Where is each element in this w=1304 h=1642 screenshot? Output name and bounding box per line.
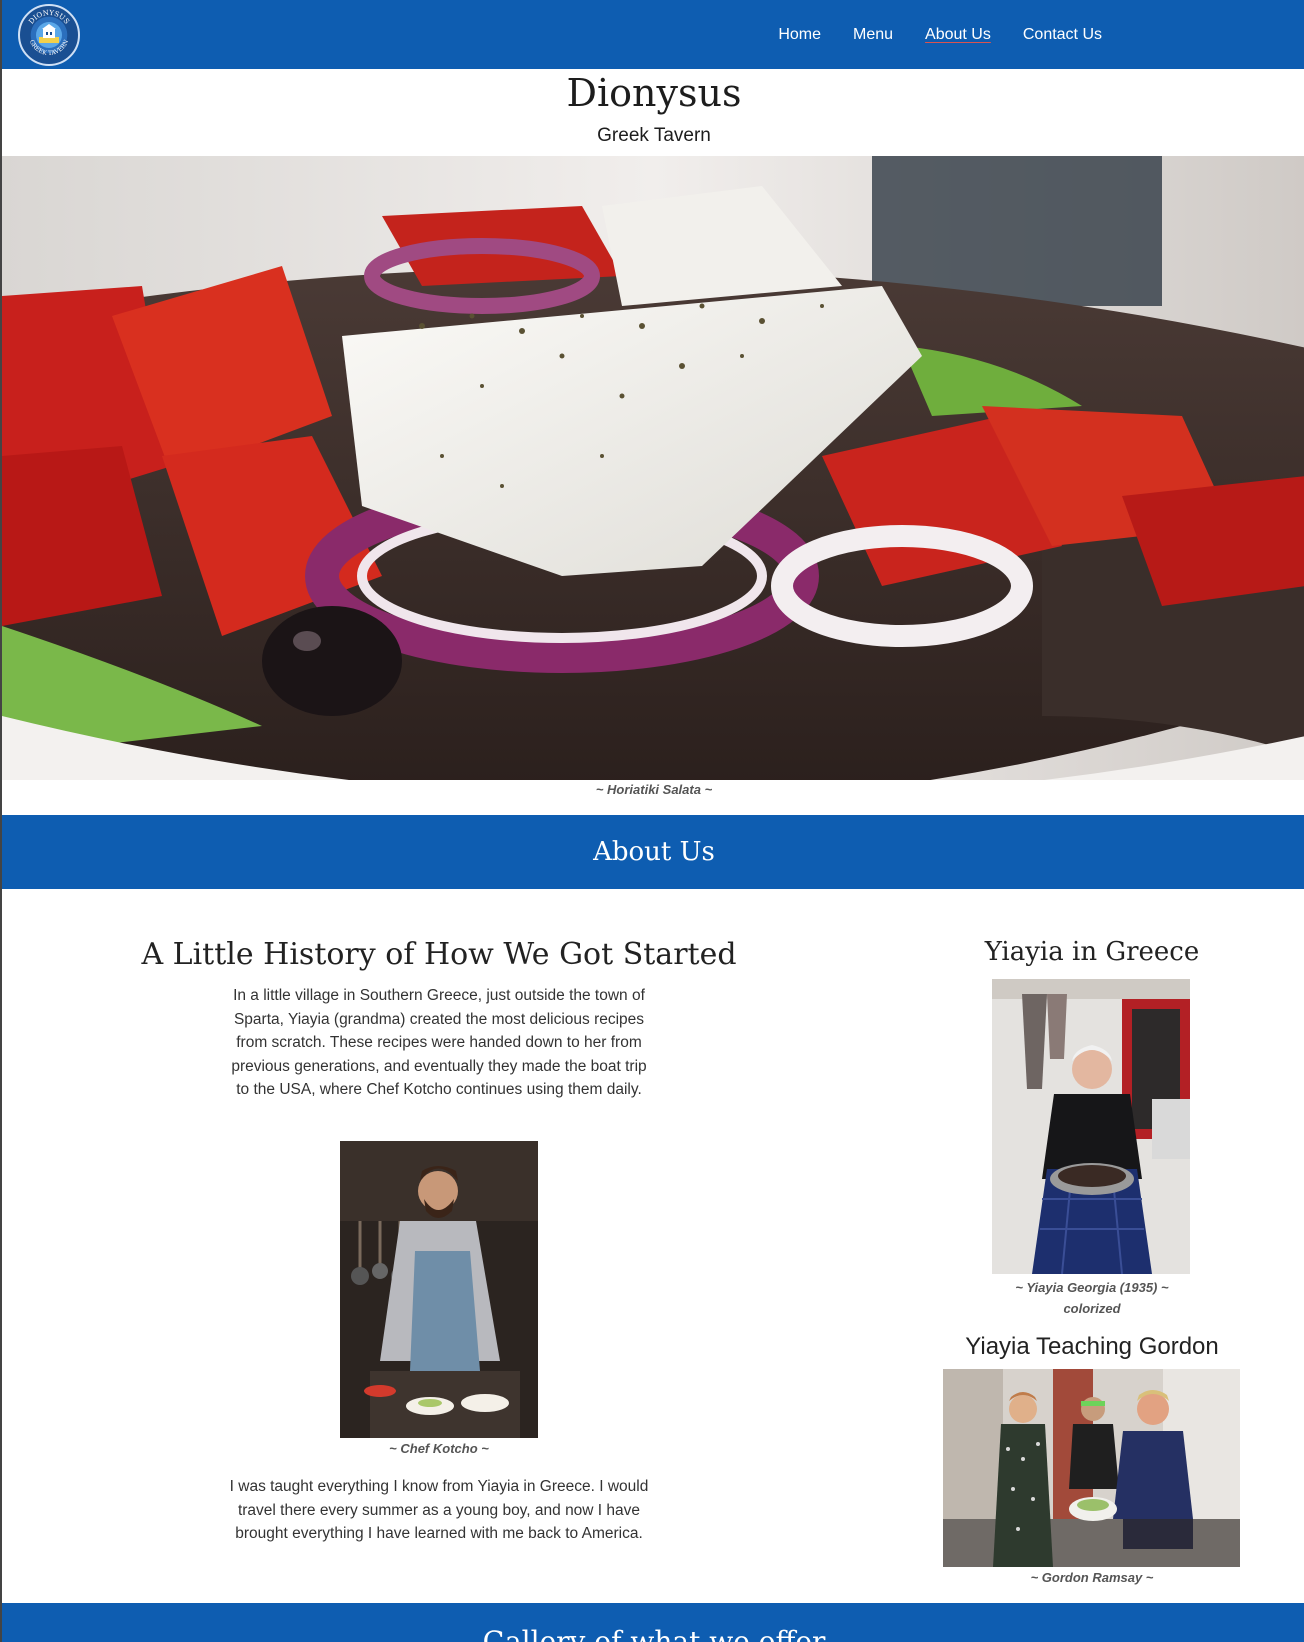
page: DIONYSUS GREEK TAVERN Home Menu About Us… [0,0,1304,1642]
history-heading: A Little History of How We Got Started [141,937,737,972]
site-subtitle: Greek Tavern [597,125,711,146]
yiayia-image [992,979,1190,1274]
navbar: DIONYSUS GREEK TAVERN Home Menu About Us… [2,0,1304,69]
about-us-bar: About Us [2,815,1304,889]
history-paragraph: In a little village in Southern Greece, … [231,987,647,1099]
yiayia-georgia-photo [992,979,1190,1274]
nav-home[interactable]: Home [778,24,821,46]
teaching-caption: ~ Gordon Ramsay ~ [1030,1570,1154,1585]
gallery-bar: Gallery of what we offer [2,1603,1304,1642]
teaching-heading: Yiayia Teaching Gordon [965,1333,1219,1360]
yiayia-caption: ~ Yiayia Georgia (1935) ~ colorized [942,1277,1242,1319]
chef-caption: ~ Chef Kotcho ~ [389,1441,489,1456]
logo-emblem-icon: DIONYSUS GREEK TAVERN [27,9,71,57]
yiayia-teaching-gordon-photo [943,1369,1240,1567]
gallery-heading: Gallery of what we offer [482,1625,826,1642]
nav-links: Home Menu About Us Contact Us [778,24,1102,46]
chef-image [340,1141,538,1438]
about-us-heading: About Us [593,837,715,867]
greek-salad-image [2,156,1304,780]
yiayia-caption-line1: ~ Yiayia Georgia (1935) ~ [1015,1280,1169,1295]
teaching-image [943,1369,1240,1567]
nav-contact-us[interactable]: Contact Us [1023,24,1102,46]
site-title: Dionysus [566,71,742,115]
yiayia-caption-line2: colorized [1063,1301,1121,1316]
dionysus-logo[interactable]: DIONYSUS GREEK TAVERN [18,4,80,66]
nav-menu[interactable]: Menu [853,24,893,46]
hero-caption: ~ Horiatiki Salata ~ [595,782,713,797]
learned-paragraph: I was taught everything I know from Yiay… [229,1478,649,1543]
hero-image [2,156,1304,780]
nav-about-us[interactable]: About Us [925,24,991,46]
chef-kotcho-photo [340,1141,538,1438]
yiayia-heading: Yiayia in Greece [984,937,1200,967]
